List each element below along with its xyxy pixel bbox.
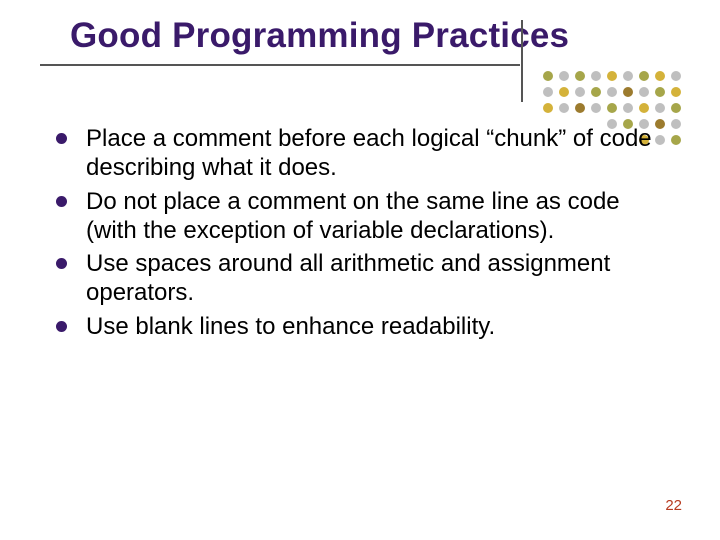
bullet-icon xyxy=(56,133,67,144)
bullet-icon xyxy=(56,258,67,269)
page-title: Good Programming Practices xyxy=(70,16,680,66)
page-number: 22 xyxy=(665,497,682,514)
vertical-rule xyxy=(521,20,523,102)
list-item: Use blank lines to enhance readability. xyxy=(52,312,670,341)
list-item-text: Use spaces around all arithmetic and ass… xyxy=(86,250,610,306)
slide: Good Programming Practices xyxy=(0,0,720,540)
list-item-text: Place a comment before each logical “chu… xyxy=(86,125,652,181)
bullet-icon xyxy=(56,321,67,332)
list-item: Do not place a comment on the same line … xyxy=(52,187,670,246)
title-area: Good Programming Practices xyxy=(40,16,680,66)
bullet-icon xyxy=(56,196,67,207)
list-item-text: Use blank lines to enhance readability. xyxy=(86,313,495,340)
list-item: Use spaces around all arithmetic and ass… xyxy=(52,249,670,308)
list-item-text: Do not place a comment on the same line … xyxy=(86,188,620,244)
list-item: Place a comment before each logical “chu… xyxy=(52,124,670,183)
horizontal-rule xyxy=(40,64,520,66)
bullet-list: Place a comment before each logical “chu… xyxy=(52,124,670,341)
